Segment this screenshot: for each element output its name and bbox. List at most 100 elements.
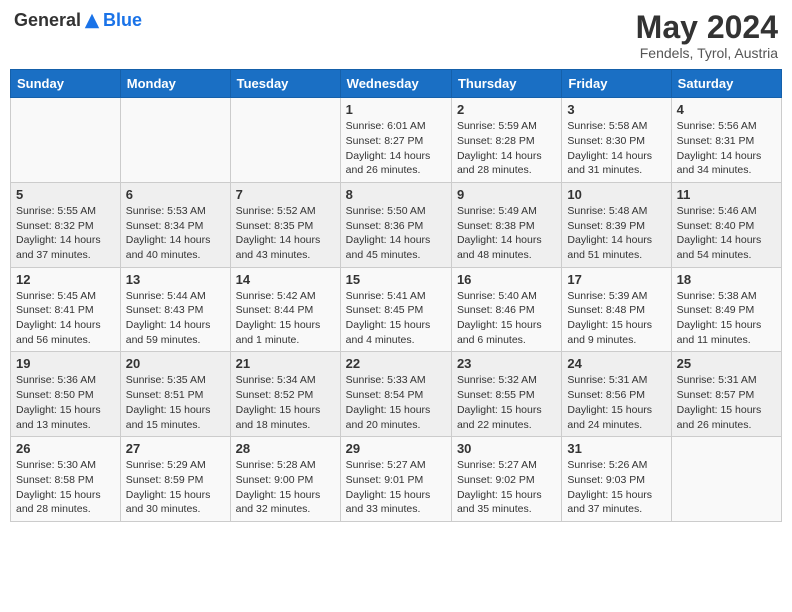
- day-number: 18: [677, 272, 776, 287]
- location-title: Fendels, Tyrol, Austria: [636, 45, 778, 61]
- day-number: 7: [236, 187, 335, 202]
- day-number: 31: [567, 441, 665, 456]
- day-number: 1: [346, 102, 446, 117]
- logo-general: General: [14, 10, 81, 31]
- day-number: 25: [677, 356, 776, 371]
- day-info: Sunrise: 5:41 AMSunset: 8:45 PMDaylight:…: [346, 289, 446, 348]
- logo-icon: [83, 12, 101, 30]
- calendar-day-30: 30Sunrise: 5:27 AMSunset: 9:02 PMDayligh…: [451, 437, 561, 522]
- calendar-day-4: 4 Sunrise: 5:56 AMSunset: 8:31 PMDaylight…: [671, 98, 781, 183]
- calendar-day-27: 27Sunrise: 5:29 AMSunset: 8:59 PMDayligh…: [120, 437, 230, 522]
- day-info: Sunrise: 5:46 AMSunset: 8:40 PMDaylight:…: [677, 204, 776, 263]
- day-info: Sunrise: 5:53 AMSunset: 8:34 PMDaylight:…: [126, 204, 225, 263]
- calendar-week-row: 5 Sunrise: 5:55 AMSunset: 8:32 PMDaylight…: [11, 182, 782, 267]
- calendar-day-24: 24 Sunrise: 5:31 AMSunset: 8:56 PMDayligh…: [562, 352, 671, 437]
- day-info: Sunrise: 5:27 AMSunset: 9:01 PMDaylight:…: [346, 458, 446, 517]
- calendar-day-1: 1Sunrise: 6:01 AMSunset: 8:27 PMDaylight…: [340, 98, 451, 183]
- day-number: 15: [346, 272, 446, 287]
- page-header: General Blue May 2024 Fendels, Tyrol, Au…: [10, 10, 782, 61]
- calendar-day-6: 6 Sunrise: 5:53 AMSunset: 8:34 PMDaylight…: [120, 182, 230, 267]
- weekday-header-row: SundayMondayTuesdayWednesdayThursdayFrid…: [11, 70, 782, 98]
- calendar-day-22: 22 Sunrise: 5:33 AMSunset: 8:54 PMDayligh…: [340, 352, 451, 437]
- calendar-day-16: 16 Sunrise: 5:40 AMSunset: 8:46 PMDayligh…: [451, 267, 561, 352]
- day-info: Sunrise: 5:26 AMSunset: 9:03 PMDaylight:…: [567, 458, 665, 517]
- day-number: 19: [16, 356, 115, 371]
- day-number: 28: [236, 441, 335, 456]
- day-number: 20: [126, 356, 225, 371]
- calendar-day-15: 15 Sunrise: 5:41 AMSunset: 8:45 PMDayligh…: [340, 267, 451, 352]
- day-info: Sunrise: 5:50 AMSunset: 8:36 PMDaylight:…: [346, 204, 446, 263]
- weekday-header-thursday: Thursday: [451, 70, 561, 98]
- calendar-day-14: 14 Sunrise: 5:42 AMSunset: 8:44 PMDayligh…: [230, 267, 340, 352]
- day-number: 23: [457, 356, 556, 371]
- calendar-day-21: 21 Sunrise: 5:34 AMSunset: 8:52 PMDayligh…: [230, 352, 340, 437]
- calendar-day-18: 18Sunrise: 5:38 AMSunset: 8:49 PMDayligh…: [671, 267, 781, 352]
- day-info: Sunrise: 5:29 AMSunset: 8:59 PMDaylight:…: [126, 458, 225, 517]
- calendar-day-19: 19Sunrise: 5:36 AMSunset: 8:50 PMDayligh…: [11, 352, 121, 437]
- day-number: 6: [126, 187, 225, 202]
- day-number: 12: [16, 272, 115, 287]
- calendar-day-5: 5 Sunrise: 5:55 AMSunset: 8:32 PMDaylight…: [11, 182, 121, 267]
- day-info: Sunrise: 5:56 AMSunset: 8:31 PMDaylight:…: [677, 119, 776, 178]
- day-info: Sunrise: 5:35 AMSunset: 8:51 PMDaylight:…: [126, 373, 225, 432]
- month-title: May 2024: [636, 10, 778, 45]
- day-number: 5: [16, 187, 115, 202]
- calendar-empty-cell: [230, 98, 340, 183]
- day-info: Sunrise: 5:33 AMSunset: 8:54 PMDaylight:…: [346, 373, 446, 432]
- day-number: 13: [126, 272, 225, 287]
- calendar-day-31: 31 Sunrise: 5:26 AMSunset: 9:03 PMDayligh…: [562, 437, 671, 522]
- calendar-week-row: 26 Sunrise: 5:30 AMSunset: 8:58 PMDayligh…: [11, 437, 782, 522]
- day-number: 22: [346, 356, 446, 371]
- calendar-day-12: 12 Sunrise: 5:45 AMSunset: 8:41 PMDayligh…: [11, 267, 121, 352]
- calendar-day-28: 28Sunrise: 5:28 AMSunset: 9:00 PMDayligh…: [230, 437, 340, 522]
- weekday-header-saturday: Saturday: [671, 70, 781, 98]
- calendar-empty-cell: [120, 98, 230, 183]
- day-number: 14: [236, 272, 335, 287]
- day-info: Sunrise: 5:30 AMSunset: 8:58 PMDaylight:…: [16, 458, 115, 517]
- day-number: 9: [457, 187, 556, 202]
- calendar-day-23: 23 Sunrise: 5:32 AMSunset: 8:55 PMDayligh…: [451, 352, 561, 437]
- day-info: Sunrise: 5:55 AMSunset: 8:32 PMDaylight:…: [16, 204, 115, 263]
- weekday-header-friday: Friday: [562, 70, 671, 98]
- day-info: Sunrise: 5:32 AMSunset: 8:55 PMDaylight:…: [457, 373, 556, 432]
- calendar-empty-cell: [671, 437, 781, 522]
- day-number: 4: [677, 102, 776, 117]
- calendar-day-13: 13Sunrise: 5:44 AMSunset: 8:43 PMDayligh…: [120, 267, 230, 352]
- calendar-day-26: 26 Sunrise: 5:30 AMSunset: 8:58 PMDayligh…: [11, 437, 121, 522]
- day-number: 16: [457, 272, 556, 287]
- calendar-day-8: 8 Sunrise: 5:50 AMSunset: 8:36 PMDaylight…: [340, 182, 451, 267]
- calendar-day-9: 9 Sunrise: 5:49 AMSunset: 8:38 PMDaylight…: [451, 182, 561, 267]
- day-number: 8: [346, 187, 446, 202]
- day-info: Sunrise: 5:39 AMSunset: 8:48 PMDaylight:…: [567, 289, 665, 348]
- weekday-header-sunday: Sunday: [11, 70, 121, 98]
- day-number: 2: [457, 102, 556, 117]
- day-number: 21: [236, 356, 335, 371]
- day-number: 24: [567, 356, 665, 371]
- day-info: Sunrise: 5:58 AMSunset: 8:30 PMDaylight:…: [567, 119, 665, 178]
- calendar-week-row: 12 Sunrise: 5:45 AMSunset: 8:41 PMDayligh…: [11, 267, 782, 352]
- day-info: Sunrise: 5:31 AMSunset: 8:57 PMDaylight:…: [677, 373, 776, 432]
- day-info: Sunrise: 5:42 AMSunset: 8:44 PMDaylight:…: [236, 289, 335, 348]
- calendar-day-10: 10 Sunrise: 5:48 AMSunset: 8:39 PMDayligh…: [562, 182, 671, 267]
- calendar-day-29: 29Sunrise: 5:27 AMSunset: 9:01 PMDayligh…: [340, 437, 451, 522]
- day-info: Sunrise: 5:45 AMSunset: 8:41 PMDaylight:…: [16, 289, 115, 348]
- day-number: 17: [567, 272, 665, 287]
- day-number: 11: [677, 187, 776, 202]
- weekday-header-wednesday: Wednesday: [340, 70, 451, 98]
- calendar-table: SundayMondayTuesdayWednesdayThursdayFrid…: [10, 69, 782, 522]
- day-info: Sunrise: 5:31 AMSunset: 8:56 PMDaylight:…: [567, 373, 665, 432]
- calendar-day-25: 25 Sunrise: 5:31 AMSunset: 8:57 PMDayligh…: [671, 352, 781, 437]
- weekday-header-monday: Monday: [120, 70, 230, 98]
- day-info: Sunrise: 5:34 AMSunset: 8:52 PMDaylight:…: [236, 373, 335, 432]
- day-info: Sunrise: 5:59 AMSunset: 8:28 PMDaylight:…: [457, 119, 556, 178]
- day-info: Sunrise: 5:48 AMSunset: 8:39 PMDaylight:…: [567, 204, 665, 263]
- day-info: Sunrise: 5:49 AMSunset: 8:38 PMDaylight:…: [457, 204, 556, 263]
- day-number: 26: [16, 441, 115, 456]
- day-info: Sunrise: 5:40 AMSunset: 8:46 PMDaylight:…: [457, 289, 556, 348]
- weekday-header-tuesday: Tuesday: [230, 70, 340, 98]
- day-number: 10: [567, 187, 665, 202]
- calendar-day-20: 20 Sunrise: 5:35 AMSunset: 8:51 PMDayligh…: [120, 352, 230, 437]
- calendar-day-17: 17 Sunrise: 5:39 AMSunset: 8:48 PMDayligh…: [562, 267, 671, 352]
- day-info: Sunrise: 5:52 AMSunset: 8:35 PMDaylight:…: [236, 204, 335, 263]
- day-number: 30: [457, 441, 556, 456]
